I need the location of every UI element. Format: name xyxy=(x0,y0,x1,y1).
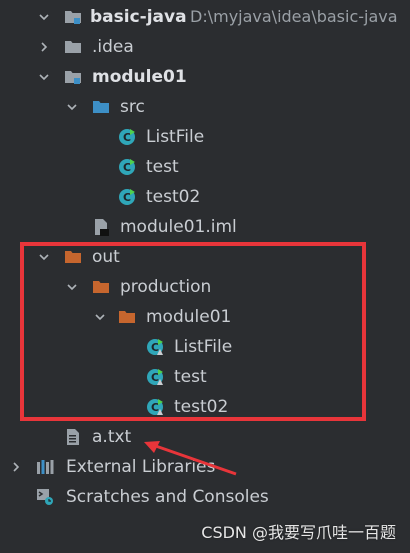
iml-file-name: module01.iml xyxy=(120,217,237,237)
external-libraries-label: External Libraries xyxy=(66,457,216,477)
tree-row-idea[interactable]: .idea xyxy=(0,32,410,62)
iml-file-icon xyxy=(92,218,110,236)
svg-text:C: C xyxy=(123,161,131,174)
compiled-class-icon: C xyxy=(146,398,164,416)
chevron-right-icon[interactable] xyxy=(8,452,24,482)
production-folder-name: production xyxy=(120,277,212,297)
tree-row-out-module[interactable]: module01 xyxy=(0,302,410,332)
compiled-class-icon: C xyxy=(146,368,164,386)
chevron-down-icon[interactable] xyxy=(64,272,80,302)
tree-row-src-file-0[interactable]: C ListFile xyxy=(0,122,410,152)
java-class-icon: C xyxy=(118,188,136,206)
compiled-file-name: test02 xyxy=(174,397,229,417)
svg-text:C: C xyxy=(151,371,159,384)
tree-row-src-file-2[interactable]: C test02 xyxy=(0,182,410,212)
compiled-file-name: ListFile xyxy=(174,337,233,357)
folder-icon xyxy=(64,38,82,56)
svg-text:C: C xyxy=(123,191,131,204)
tree-row-compiled-2[interactable]: C test02 xyxy=(0,392,410,422)
tree-row-out[interactable]: out xyxy=(0,242,410,272)
chevron-down-icon[interactable] xyxy=(36,242,52,272)
tree-row-module[interactable]: module01 xyxy=(0,62,410,92)
tree-row-src-file-1[interactable]: C test xyxy=(0,152,410,182)
svg-text:C: C xyxy=(151,401,159,414)
idea-folder-name: .idea xyxy=(92,37,134,57)
tree-row-production[interactable]: production xyxy=(0,272,410,302)
chevron-down-icon[interactable] xyxy=(64,92,80,122)
excluded-folder-icon xyxy=(92,278,110,296)
compiled-file-name: test xyxy=(174,367,207,387)
module-folder-icon xyxy=(64,8,82,26)
text-file-icon xyxy=(64,428,82,446)
chevron-right-icon[interactable] xyxy=(36,32,52,62)
txt-file-name: a.txt xyxy=(92,427,132,447)
tree-row-scratches[interactable]: Scratches and Consoles xyxy=(0,482,410,512)
chevron-down-icon[interactable] xyxy=(36,2,52,32)
source-folder-icon xyxy=(92,98,110,116)
src-file-name: test02 xyxy=(146,187,201,207)
scratches-icon xyxy=(36,488,54,506)
excluded-folder-icon xyxy=(118,308,136,326)
chevron-down-icon[interactable] xyxy=(36,62,52,92)
compiled-class-icon: C xyxy=(146,338,164,356)
module-folder-icon xyxy=(64,68,82,86)
tree-row-txt[interactable]: a.txt xyxy=(0,422,410,452)
src-folder-name: src xyxy=(120,97,145,117)
tree-row-src[interactable]: src xyxy=(0,92,410,122)
src-file-name: ListFile xyxy=(146,127,205,147)
project-root-name: basic-java xyxy=(90,7,187,27)
scratches-label: Scratches and Consoles xyxy=(66,487,269,507)
src-file-name: test xyxy=(146,157,179,177)
watermark: CSDN @我要写爪哇一百题 xyxy=(201,523,396,542)
module-name: module01 xyxy=(92,67,187,87)
tree-row-compiled-0[interactable]: C ListFile xyxy=(0,332,410,362)
tree-row-compiled-1[interactable]: C test xyxy=(0,362,410,392)
tree-row-project-root[interactable]: basic-java D:\myjava\idea\basic-java xyxy=(0,2,410,32)
project-root-path: D:\myjava\idea\basic-java xyxy=(190,7,398,26)
tree-row-iml[interactable]: module01.iml xyxy=(0,212,410,242)
java-class-icon: C xyxy=(118,158,136,176)
library-icon xyxy=(36,458,54,476)
svg-text:C: C xyxy=(151,341,159,354)
excluded-folder-icon xyxy=(64,248,82,266)
chevron-down-icon[interactable] xyxy=(92,302,108,332)
out-module-folder-name: module01 xyxy=(146,307,232,327)
tree-row-external-libraries[interactable]: External Libraries xyxy=(0,452,410,482)
java-class-icon: C xyxy=(118,128,136,146)
out-folder-name: out xyxy=(92,247,120,267)
svg-text:C: C xyxy=(123,131,131,144)
